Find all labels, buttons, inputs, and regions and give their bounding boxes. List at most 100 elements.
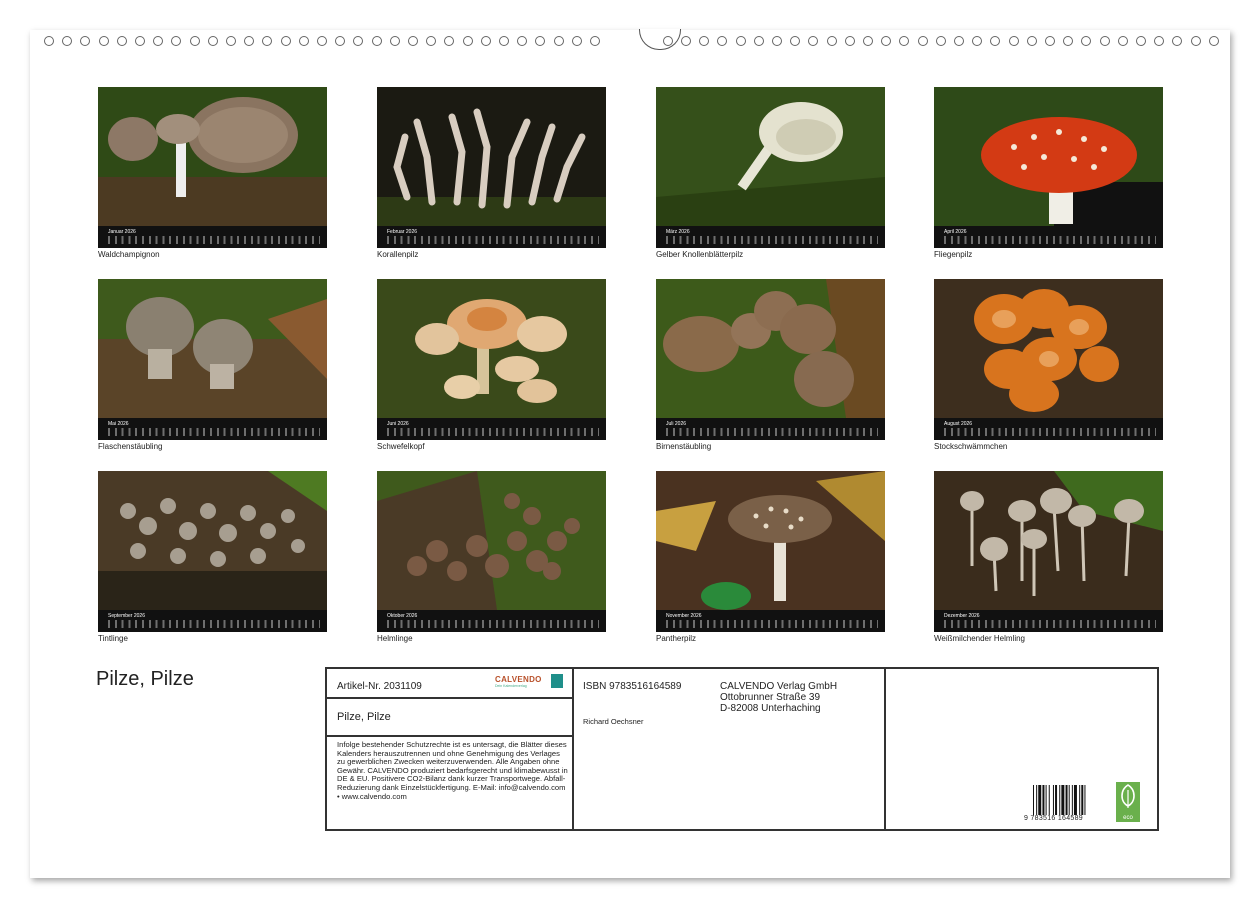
- barcode-number: 9 783516 164589: [1024, 815, 1083, 822]
- month-calendar-bar: September 2026: [98, 610, 327, 632]
- month-calendar-bar: Januar 2026: [98, 226, 327, 248]
- calvendo-logo: CALVENDO: [495, 675, 542, 684]
- binding-ring: [353, 36, 364, 46]
- photo-caption: Gelber Knollenblätterpilz: [656, 250, 744, 259]
- month-label: August 2026: [944, 421, 973, 427]
- month-label: April 2026: [944, 229, 967, 235]
- month-calendar-bar: Mai 2026: [98, 418, 327, 440]
- publisher-address: CALVENDO Verlag GmbH Ottobrunner Straße …: [720, 681, 837, 714]
- article-row: Artikel-Nr. 2031109 CALVENDO Dein Kalend…: [327, 669, 572, 699]
- eco-label: eco: [1123, 815, 1133, 821]
- binding-ring: [863, 36, 873, 46]
- binding-ring: [189, 36, 200, 46]
- binding-ring: [444, 36, 455, 46]
- mushroom-photo: [98, 471, 327, 610]
- binding-ring: [535, 36, 546, 46]
- month-label: März 2026: [666, 229, 690, 235]
- day-grid: [666, 428, 878, 436]
- barcode-bar: [1071, 785, 1073, 815]
- barcode-bar: [1061, 785, 1065, 815]
- mushroom-photo: [98, 87, 327, 226]
- day-grid: [387, 428, 599, 436]
- day-grid: [944, 428, 1156, 436]
- barcode-bar: [1033, 785, 1034, 815]
- binding-ring: [899, 36, 910, 46]
- calendar-title: Pilze, Pilze: [96, 668, 194, 690]
- binding-ring: [153, 36, 164, 46]
- binding-ring: [881, 36, 892, 46]
- mushroom-photo: [377, 471, 606, 610]
- binding-ring: [499, 36, 509, 46]
- mushroom-photo: [656, 279, 885, 418]
- publisher-street: Ottobrunner Straße 39: [720, 692, 821, 703]
- hanger-hook: [639, 29, 681, 50]
- product-info-box: Artikel-Nr. 2031109 CALVENDO Dein Kalend…: [325, 667, 1159, 831]
- month-calendar-bar: Oktober 2026: [377, 610, 606, 632]
- publisher-name: CALVENDO Verlag GmbH: [720, 681, 838, 692]
- binding-ring: [1117, 36, 1128, 46]
- binding-ring: [371, 36, 382, 46]
- binding-ring: [1172, 36, 1183, 46]
- binding-ring: [408, 36, 418, 46]
- binding-ring: [80, 36, 91, 46]
- month-label: September 2026: [108, 613, 145, 619]
- book-title: Pilze, Pilze: [337, 711, 391, 723]
- binding-ring: [262, 36, 273, 46]
- day-grid: [108, 236, 320, 244]
- photo-caption: Tintlinge: [98, 634, 128, 643]
- binding-ring: [553, 36, 564, 46]
- binding-ring: [826, 36, 837, 46]
- month-label: November 2026: [666, 613, 702, 619]
- legal-notice: Infolge bestehender Schutzrechte ist es …: [337, 740, 568, 801]
- binding-ring: [171, 36, 182, 46]
- binding-ring: [426, 36, 437, 46]
- binding-ring: [335, 36, 346, 46]
- binding-ring: [226, 36, 236, 46]
- day-grid: [666, 236, 878, 244]
- day-grid: [387, 620, 599, 628]
- month-calendar-bar: Dezember 2026: [934, 610, 1163, 632]
- binding-ring: [681, 36, 691, 46]
- photo-caption: Waldchampignon: [98, 250, 160, 259]
- binding-ring: [772, 36, 782, 46]
- binding-ring: [207, 36, 218, 46]
- binding-ring: [517, 36, 528, 46]
- author-name: Richard Oechsner: [583, 717, 644, 726]
- month-calendar-bar: August 2026: [934, 418, 1163, 440]
- binding-ring: [790, 36, 801, 46]
- day-grid: [666, 620, 878, 628]
- photo-caption: Pantherpilz: [656, 634, 697, 643]
- barcode-bar: [1045, 785, 1047, 815]
- month-label: Mai 2026: [108, 421, 129, 427]
- barcode-bar: [1068, 785, 1070, 815]
- isbn: ISBN 9783516164589: [583, 681, 682, 692]
- month-label: Dezember 2026: [944, 613, 980, 619]
- binding-ring: [244, 36, 255, 46]
- photo-caption: Birnenstäubling: [656, 442, 712, 451]
- month-calendar-bar: Februar 2026: [377, 226, 606, 248]
- binding-ring: [662, 36, 673, 46]
- binding-ring: [1190, 36, 1201, 46]
- month-label: Juli 2026: [666, 421, 687, 427]
- barcode-bar: [1055, 785, 1058, 815]
- binding-ring: [280, 36, 291, 46]
- publisher-city: D-82008 Unterhaching: [720, 703, 821, 714]
- photo-caption: Korallenpilz: [377, 250, 419, 259]
- photo-caption: Schwefelkopf: [377, 442, 425, 451]
- binding-ring: [753, 36, 764, 46]
- barcode-bar: [1081, 785, 1084, 815]
- info-column-publisher: ISBN 9783516164589 Richard Oechsner CALV…: [574, 669, 886, 829]
- spiral-binding: [30, 29, 1230, 54]
- binding-ring: [1154, 36, 1165, 46]
- binding-ring: [972, 36, 983, 46]
- calvendo-logo-tagline: Dein Kalenderverlag: [495, 684, 527, 688]
- binding-ring: [1045, 36, 1055, 46]
- binding-ring: [1208, 36, 1219, 46]
- binding-ring: [917, 36, 928, 46]
- binding-ring: [808, 36, 819, 46]
- binding-ring: [699, 36, 710, 46]
- binding-ring: [844, 36, 855, 46]
- month-label: Januar 2026: [108, 229, 136, 235]
- barcode-bar: [1059, 785, 1061, 815]
- mushroom-photo: [934, 279, 1163, 418]
